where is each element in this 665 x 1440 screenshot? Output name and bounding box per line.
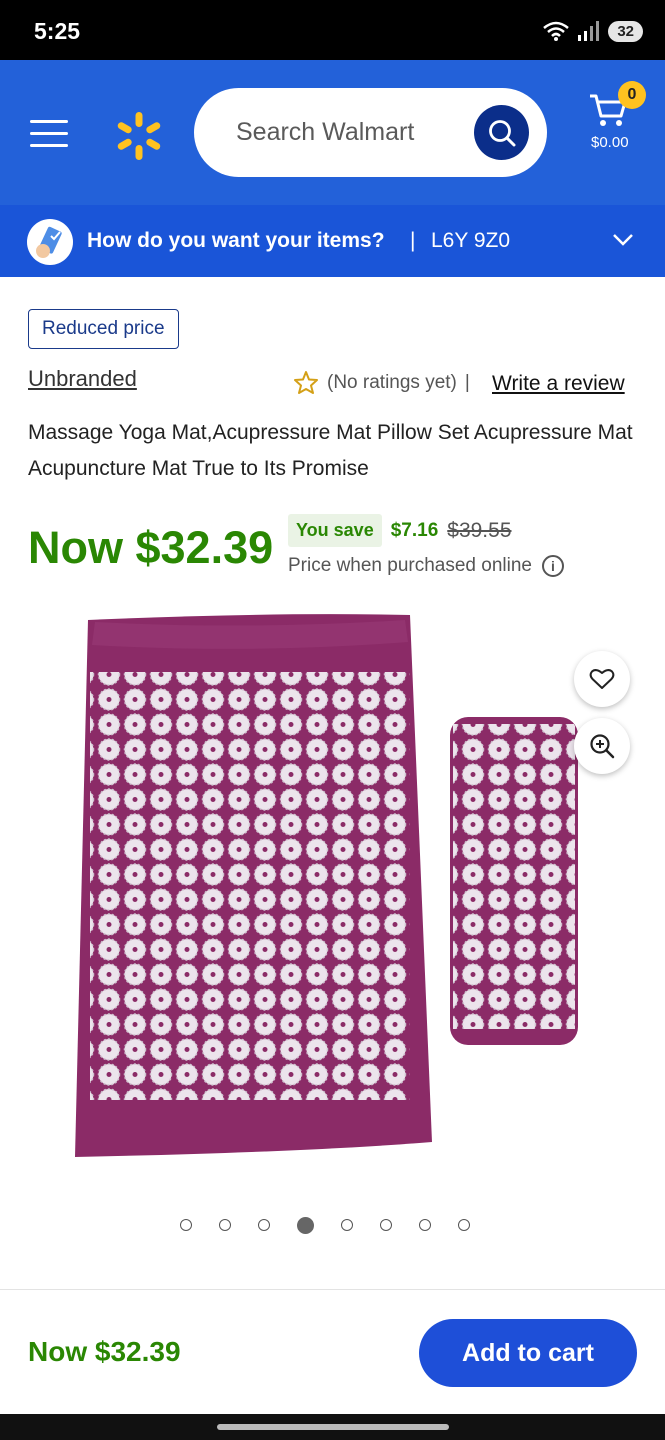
- home-gesture-handle[interactable]: [217, 1424, 449, 1430]
- carousel-dot-4[interactable]: [297, 1216, 314, 1234]
- carousel-dot-6[interactable]: [380, 1219, 392, 1231]
- delivery-icon: [27, 219, 73, 265]
- menu-icon[interactable]: [30, 120, 68, 148]
- add-to-cart-button[interactable]: Add to cart: [419, 1319, 637, 1387]
- zoom-in-icon: [590, 734, 615, 759]
- carousel-dot-7[interactable]: [419, 1219, 431, 1231]
- delivery-selector[interactable]: How do you want your items? | L6Y 9Z0: [0, 205, 665, 277]
- carousel-dot-3[interactable]: [258, 1219, 270, 1231]
- star-icon: [294, 371, 318, 394]
- search-input[interactable]: Search Walmart: [194, 88, 547, 177]
- chevron-down-icon: [613, 234, 633, 246]
- cart-count-badge: 0: [618, 81, 646, 109]
- carousel-dot-2[interactable]: [219, 1219, 231, 1231]
- price-note-text: Price when purchased online: [288, 555, 532, 576]
- carousel-dot-1[interactable]: [180, 1219, 192, 1231]
- search-button[interactable]: [474, 105, 529, 160]
- delivery-separator: |: [410, 229, 416, 252]
- reduced-price-badge: Reduced price: [28, 309, 179, 349]
- system-nav-bar: [0, 1414, 665, 1440]
- status-icons: 32: [542, 20, 643, 42]
- cart-button[interactable]: 0 $0.00: [588, 81, 648, 172]
- header: Search Walmart 0 $0.00: [0, 60, 665, 205]
- search-placeholder: Search Walmart: [236, 118, 415, 146]
- save-amount: $7.16: [390, 519, 439, 541]
- carousel-dot-5[interactable]: [341, 1219, 353, 1231]
- write-review-link[interactable]: Write a review: [492, 372, 625, 396]
- zoom-button[interactable]: [574, 718, 630, 774]
- brand-link[interactable]: Unbranded: [28, 366, 137, 392]
- ratings-separator: |: [464, 371, 470, 393]
- battery-indicator: 32: [608, 20, 643, 42]
- signal-icon: [578, 21, 600, 41]
- carousel-dot-8[interactable]: [458, 1219, 470, 1231]
- status-time: 5:25: [34, 18, 81, 44]
- image-carousel-dots: [180, 1216, 470, 1234]
- ratings: (No ratings yet) |: [293, 370, 470, 395]
- walmart-spark-logo[interactable]: [113, 110, 165, 162]
- price-note: Price when purchased online i: [288, 555, 564, 577]
- footer-price: Now $32.39: [28, 1336, 181, 1367]
- sticky-footer: Now $32.39 Add to cart: [0, 1289, 665, 1415]
- search-icon: [488, 119, 515, 146]
- postal-code: L6Y 9Z0: [431, 229, 511, 252]
- wifi-icon: [543, 21, 570, 41]
- delivery-question: How do you want your items?: [87, 229, 385, 252]
- info-icon[interactable]: i: [542, 555, 564, 577]
- was-price: $39.55: [447, 518, 512, 542]
- heart-icon: [589, 669, 615, 689]
- status-bar: 5:25 32: [0, 0, 665, 60]
- cart-total: $0.00: [591, 134, 629, 151]
- current-price: Now $32.39: [28, 522, 274, 573]
- ratings-text: (No ratings yet): [327, 371, 457, 393]
- you-save-label: You save: [288, 514, 382, 547]
- favorite-button[interactable]: [574, 651, 630, 707]
- product-title: Massage Yoga Mat,Acupressure Mat Pillow …: [28, 421, 633, 480]
- product-image[interactable]: [70, 612, 590, 1167]
- savings: You save $7.16 $39.55: [288, 514, 512, 547]
